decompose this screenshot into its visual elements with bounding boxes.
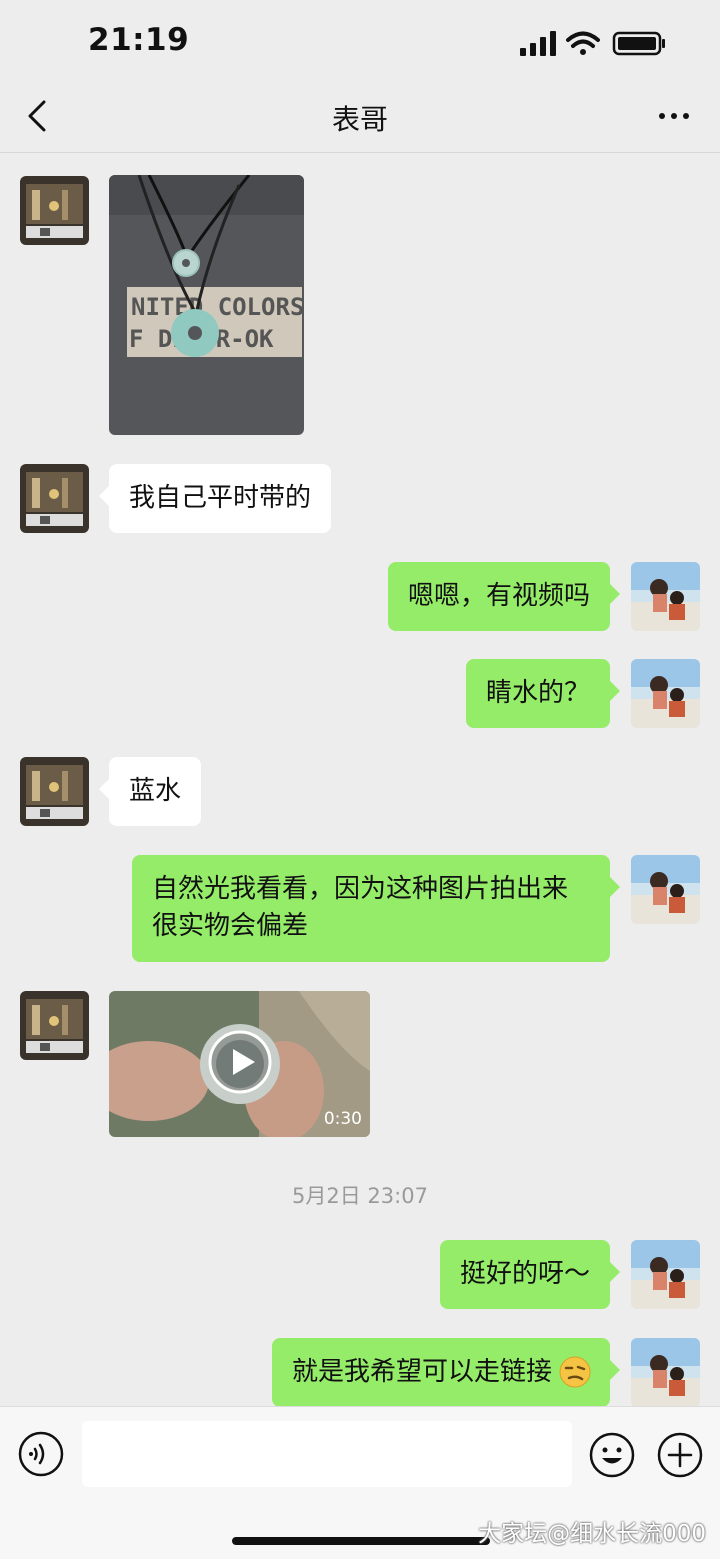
more-icon[interactable] xyxy=(658,106,690,126)
message-bubble-outgoing[interactable]: 自然光我看看，因为这种图片拍出来很实物会偏差 xyxy=(132,855,620,962)
voice-icon[interactable] xyxy=(18,1431,64,1477)
contact-avatar[interactable] xyxy=(20,991,89,1060)
chat-timestamp: 5月2日 23:07 xyxy=(292,1184,428,1208)
signal-icon xyxy=(520,31,556,56)
my-avatar[interactable] xyxy=(631,855,700,924)
message-bubble-outgoing[interactable]: 就是我希望可以走链接 xyxy=(271,1338,621,1407)
battery-icon xyxy=(612,31,665,56)
message-input[interactable] xyxy=(82,1421,572,1487)
video-message[interactable]: 0:30 xyxy=(109,991,370,1137)
video-duration: 0:30 xyxy=(323,1109,362,1129)
play-icon[interactable] xyxy=(207,1029,273,1095)
wifi-icon xyxy=(566,31,600,55)
svg-text:NITED COLORS: NITED COLORS xyxy=(131,293,304,321)
message-bubble-incoming[interactable]: 我自己平时带的 xyxy=(98,464,332,533)
image-message[interactable]: NITED COLORS F DEVER-OK xyxy=(109,175,304,435)
message-text: 就是我希望可以走链接 xyxy=(291,1357,552,1387)
smirk-emoji-icon xyxy=(559,1356,591,1388)
my-avatar[interactable] xyxy=(631,659,700,728)
contact-avatar[interactable] xyxy=(20,176,89,245)
status-icons xyxy=(520,31,665,56)
message-bubble-outgoing[interactable]: 挺好的呀～ xyxy=(439,1240,621,1309)
message-bubble-incoming[interactable]: 蓝水 xyxy=(98,757,202,826)
watermark: 大家坛@细水长流000 xyxy=(478,1521,706,1547)
my-avatar[interactable] xyxy=(631,562,700,631)
necklace-photo: NITED COLORS F DEVER-OK xyxy=(109,175,304,435)
emoji-icon[interactable] xyxy=(588,1431,636,1479)
chat-header: 表哥 xyxy=(0,84,720,153)
message-bubble-outgoing[interactable]: 睛水的？ xyxy=(465,659,621,728)
my-avatar[interactable] xyxy=(631,1338,700,1407)
status-time: 21:19 xyxy=(88,22,190,58)
message-bubble-outgoing[interactable]: 嗯嗯，有视频吗 xyxy=(387,562,621,631)
contact-avatar[interactable] xyxy=(20,464,89,533)
status-bar: 21:19 xyxy=(0,0,720,84)
plus-icon[interactable] xyxy=(656,1431,704,1479)
home-indicator[interactable] xyxy=(232,1537,490,1545)
chat-title: 表哥 xyxy=(331,103,388,136)
my-avatar[interactable] xyxy=(631,1240,700,1309)
contact-avatar[interactable] xyxy=(20,757,89,826)
